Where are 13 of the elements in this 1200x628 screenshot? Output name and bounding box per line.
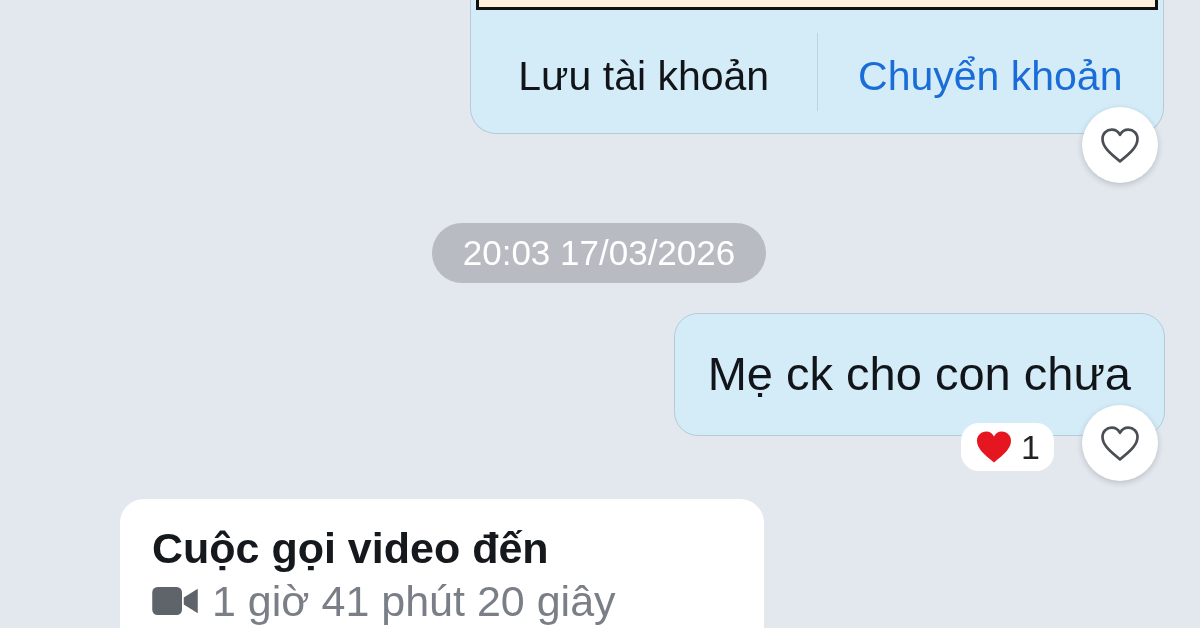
action-button[interactable]: Chuyển khoản — [817, 41, 1163, 112]
reaction-button[interactable]: 1 — [961, 423, 1054, 471]
like-button[interactable] — [1082, 405, 1158, 481]
timestamp: 20:03 17/03/2026 — [431, 223, 767, 283]
heart-icon — [1100, 126, 1140, 164]
video-camera-icon — [152, 587, 198, 615]
heart-icon — [1100, 424, 1140, 462]
call-duration: 1 giờ 41 phút 20 giây — [212, 577, 616, 625]
message-text: Mẹ ck cho con chưa — [707, 346, 1131, 403]
heart-icon — [975, 430, 1014, 464]
call-title: Cuộc gọi video đến — [152, 523, 550, 573]
action-button[interactable]: Lưu tài khoản — [471, 41, 817, 112]
like-button[interactable] — [1082, 107, 1158, 183]
